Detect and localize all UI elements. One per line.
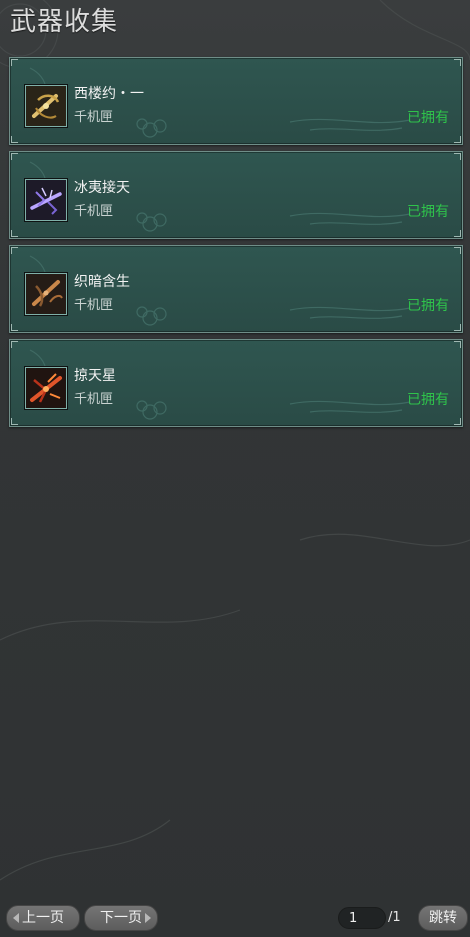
crossbow-bronze-icon [25,273,67,315]
owned-status: 已拥有 [407,204,449,220]
pagination-bar: 上一页 下一页 1 /1 跳转 [0,905,470,931]
next-page-button[interactable]: 下一页 [84,905,158,931]
weapon-type: 千机匣 [74,392,114,407]
weapon-card[interactable]: 冰夷接天 千机匣 已拥有 [9,151,463,239]
owned-status: 已拥有 [407,110,449,126]
corner-ornament [11,59,18,66]
weapon-type: 千机匣 [74,298,114,313]
corner-ornament [11,136,18,143]
page-total: /1 [388,910,401,925]
corner-ornament [454,341,461,348]
crossbow-flame-icon [25,367,67,409]
corner-ornament [454,324,461,331]
owned-status: 已拥有 [407,298,449,314]
corner-ornament [454,230,461,237]
page-title: 武器收集 [10,7,119,37]
corner-ornament [454,247,461,254]
jump-button[interactable]: 跳转 [418,905,468,931]
weapon-card[interactable]: 西楼约・一 千机匣 已拥有 [9,57,463,145]
crossbow-gold-icon [25,85,67,127]
owned-status: 已拥有 [407,392,449,408]
corner-ornament [11,247,18,254]
weapon-name: 西楼约・一 [74,86,144,102]
weapon-name: 冰夷接天 [74,180,130,196]
prev-page-button[interactable]: 上一页 [6,905,80,931]
weapon-name: 织暗含生 [74,274,130,290]
corner-ornament [11,341,18,348]
page-number-input[interactable]: 1 [338,907,386,929]
weapon-card[interactable]: 织暗含生 千机匣 已拥有 [9,245,463,333]
weapon-type: 千机匣 [74,110,114,125]
prev-page-label: 上一页 [22,910,64,926]
next-page-label: 下一页 [100,910,142,926]
corner-ornament [11,153,18,160]
weapon-list: 西楼约・一 千机匣 已拥有 冰夷接天 千机匣 已拥有 织暗含生 千机匣 已拥有 … [9,57,463,433]
corner-ornament [454,59,461,66]
corner-ornament [11,418,18,425]
chevron-right-icon [145,913,151,923]
chevron-left-icon [13,913,19,923]
corner-ornament [11,324,18,331]
weapon-type: 千机匣 [74,204,114,219]
corner-ornament [454,136,461,143]
corner-ornament [454,418,461,425]
weapon-card[interactable]: 掠天星 千机匣 已拥有 [9,339,463,427]
corner-ornament [11,230,18,237]
weapon-name: 掠天星 [74,368,116,384]
crossbow-violet-icon [25,179,67,221]
corner-ornament [454,153,461,160]
